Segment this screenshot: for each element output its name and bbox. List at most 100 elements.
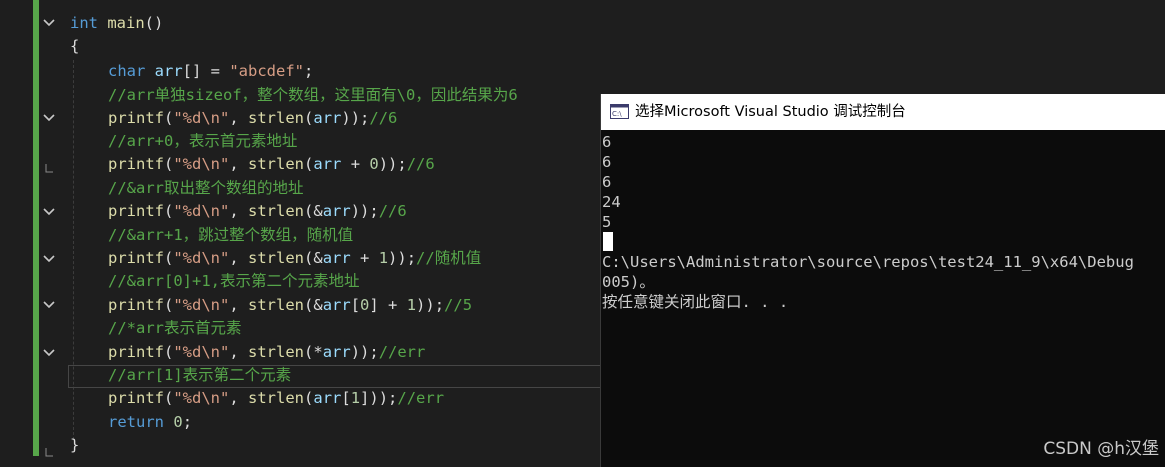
code-token: char	[108, 62, 146, 80]
code-token: //err	[378, 343, 426, 361]
code-token: ));	[350, 343, 379, 361]
code-comment-line[interactable]: //*arr表示首元素	[108, 317, 242, 340]
line-number	[0, 229, 8, 239]
code-token: ));	[388, 249, 417, 267]
code-token: (*	[304, 343, 323, 361]
code-comment-line[interactable]: //&arr取出整个数组的地址	[108, 177, 304, 200]
code-line[interactable]: char arr[] = "abcdef";	[108, 60, 313, 83]
code-token: printf	[108, 296, 164, 314]
code-line[interactable]: printf("%d\n", strlen(arr));//6	[108, 107, 397, 130]
code-token: arr	[313, 155, 342, 173]
code-token: printf	[108, 249, 164, 267]
code-line[interactable]: return 0;	[108, 411, 192, 434]
code-token: [	[350, 296, 361, 314]
code-line[interactable]: printf("%d\n", strlen(arr[1]));//err	[108, 387, 444, 410]
fold-chevron-icon[interactable]	[42, 252, 56, 266]
code-token: }	[70, 436, 80, 454]
code-token: (&	[304, 202, 323, 220]
code-token: ,	[229, 343, 249, 361]
code-token: printf	[108, 343, 164, 361]
code-line[interactable]: int main()	[70, 12, 163, 35]
code-token: arr	[322, 202, 351, 220]
code-token: //err	[397, 389, 445, 407]
line-number	[0, 416, 8, 426]
code-token: main	[107, 14, 145, 32]
console-output-line: 6	[602, 133, 612, 151]
debug-console-window[interactable]: C:\ 选择Microsoft Visual Studio 调试控制台 6 6 …	[600, 94, 1165, 467]
code-token: //arr+0，表示首元素地址	[108, 132, 298, 150]
code-token: //&arr取出整个数组的地址	[108, 179, 304, 197]
code-token: int	[70, 14, 98, 32]
code-editor[interactable]: int main() { char arr[] = "abcdef"; //arr单独…	[70, 0, 610, 467]
code-token: strlen	[248, 296, 305, 314]
console-output-line: 5	[602, 213, 612, 231]
code-token: ,	[229, 296, 249, 314]
code-line[interactable]: printf("%d\n", strlen(arr + 0));//6	[108, 153, 435, 176]
code-token: 1	[350, 389, 361, 407]
console-titlebar[interactable]: C:\ 选择Microsoft Visual Studio 调试控制台	[601, 94, 1165, 130]
current-line-highlight	[68, 365, 610, 388]
code-token: ,	[229, 202, 249, 220]
code-token: (	[164, 389, 174, 407]
line-number	[0, 158, 8, 168]
fold-chevron-icon[interactable]	[42, 205, 56, 219]
code-token: (	[164, 296, 174, 314]
fold-chevron-icon[interactable]	[42, 16, 56, 30]
code-token: ));	[341, 109, 370, 127]
code-token: (	[164, 202, 174, 220]
code-token: //6	[378, 202, 407, 220]
code-token: (	[164, 249, 174, 267]
console-app-icon: C:\	[610, 104, 629, 119]
code-comment-line[interactable]: //&arr[0]+1,表示第二个元素地址	[108, 270, 359, 293]
code-token: arr	[322, 296, 351, 314]
code-line[interactable]: printf("%d\n", strlen(&arr + 1));//随机值	[108, 247, 481, 270]
code-token: strlen	[248, 343, 305, 361]
code-line[interactable]: {	[70, 35, 79, 58]
code-token: "%d\n"	[173, 343, 230, 361]
code-token: 1	[406, 296, 417, 314]
code-token: //6	[369, 109, 398, 127]
line-number	[0, 275, 8, 285]
code-token: //5	[444, 296, 473, 314]
line-number	[0, 112, 8, 122]
code-line[interactable]: printf("%d\n", strlen(&arr));//6	[108, 200, 407, 223]
code-comment-line[interactable]: //&arr+1，跳过整个数组，随机值	[108, 224, 353, 247]
code-token: arr	[313, 389, 342, 407]
code-token: {	[70, 37, 80, 55]
console-press-key-prompt: 按任意键关闭此窗口. . .	[602, 293, 789, 311]
code-token: strlen	[248, 155, 305, 173]
code-comment-line[interactable]: //arr单独sizeof，整个数组，这里面有\0，因此结果为6	[108, 84, 518, 107]
code-token: ,	[229, 109, 249, 127]
code-token: ));	[378, 155, 407, 173]
code-token: "%d\n"	[173, 109, 230, 127]
code-line[interactable]: printf("%d\n", strlen(*arr));//err	[108, 341, 425, 364]
line-number	[0, 346, 8, 356]
fold-end-marker-icon	[42, 448, 56, 462]
code-token: ;	[182, 413, 193, 431]
code-token: (&	[304, 296, 323, 314]
fold-chevron-icon[interactable]	[42, 298, 56, 312]
console-output-line: 24	[602, 193, 621, 211]
line-number	[0, 439, 8, 449]
code-token: "%d\n"	[173, 202, 230, 220]
code-token: (	[164, 343, 174, 361]
fold-chevron-icon[interactable]	[42, 346, 56, 360]
code-token: (&	[304, 249, 323, 267]
code-token: ()	[144, 14, 164, 32]
console-exit-line: 005)。	[602, 273, 655, 291]
code-token: ;	[304, 62, 314, 80]
watermark: CSDN @h汉堡	[1043, 439, 1159, 459]
line-number	[0, 299, 8, 309]
code-comment-line[interactable]: //arr+0，表示首元素地址	[108, 130, 297, 153]
code-token: //arr单独sizeof，整个数组，这里面有\0，因此结果为6	[108, 86, 518, 104]
console-output-line: 6	[602, 153, 612, 171]
code-token: printf	[108, 389, 164, 407]
code-token: "abcdef"	[229, 62, 304, 80]
code-token: //6	[406, 155, 435, 173]
code-line[interactable]: }	[70, 434, 79, 457]
fold-chevron-icon[interactable]	[42, 111, 56, 125]
console-cursor	[603, 232, 613, 251]
code-line[interactable]: printf("%d\n", strlen(&arr[0] + 1));//5	[108, 294, 472, 317]
